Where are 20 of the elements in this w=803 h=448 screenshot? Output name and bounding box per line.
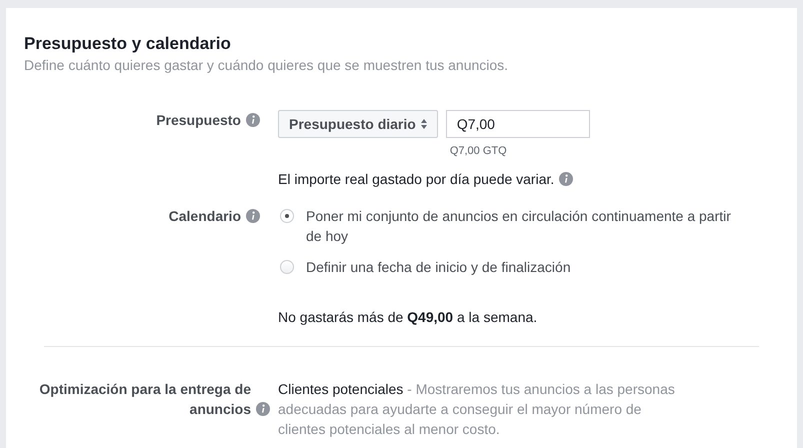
info-icon[interactable] bbox=[559, 172, 574, 186]
optimization-description: Clientes potenciales - Mostraremos tus anuncios a las personas adecuadas para ayudarte a conseguir el mayor número de clientes potenciales al menor costo. bbox=[278, 380, 676, 439]
variance-note: El importe real gastado por día puede variar. bbox=[278, 171, 554, 187]
info-icon[interactable] bbox=[246, 113, 260, 127]
section-subtitle: Define cuánto quieres gastar y cuándo quieres que se muestren tus anuncios. bbox=[24, 56, 510, 75]
info-icon[interactable] bbox=[256, 402, 270, 416]
schedule-label: Calendario bbox=[168, 208, 241, 224]
amount-note: Q7,00 GTQ bbox=[450, 144, 507, 158]
budget-type-dropdown[interactable]: Presupuesto diario bbox=[278, 110, 438, 138]
radio-button[interactable] bbox=[280, 260, 294, 274]
sort-arrows-icon bbox=[420, 119, 427, 129]
radio-label[interactable]: Definir una fecha de inicio y de finalización bbox=[306, 257, 571, 277]
amount-field[interactable]: Q7,00 bbox=[446, 110, 590, 138]
weekly-spend-note: No gastarás más de Q49,00 a la semana. bbox=[278, 308, 538, 327]
radio-button[interactable] bbox=[280, 209, 294, 223]
optimization-label: Optimización para la entrega de anuncios bbox=[38, 380, 251, 419]
info-icon[interactable] bbox=[246, 209, 260, 223]
section-title: Presupuesto y calendario bbox=[24, 33, 232, 55]
budget-label: Presupuesto bbox=[156, 112, 241, 128]
radio-label[interactable]: Poner mi conjunto de anuncios en circulación continuamente a partir de hoy bbox=[306, 206, 746, 246]
